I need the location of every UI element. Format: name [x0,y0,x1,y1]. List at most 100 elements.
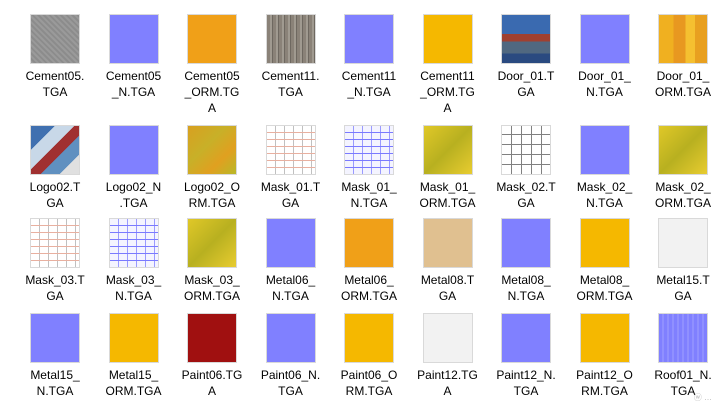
file-name: Paint06_N. TGA [260,368,321,398]
file-item[interactable]: Metal15.T GA [644,218,720,304]
file-item[interactable]: Metal06_ ORM.TGA [330,218,408,304]
file-item[interactable]: Cement11. TGA [252,14,330,100]
file-item[interactable]: Mask_02_ N.TGA [566,125,644,211]
file-name: Metal06_ ORM.TGA [341,273,397,303]
file-item[interactable]: Metal15_ N.TGA [16,313,94,399]
file-item[interactable]: Cement05 _N.TGA [95,14,173,100]
file-name: Paint12.TG A [417,368,478,398]
file-name: Paint12_N. TGA [496,368,556,398]
file-thumbnail [579,125,630,175]
file-thumbnail [501,218,551,268]
file-name: Metal15.T GA [656,273,710,303]
file-thumbnail [658,125,708,175]
file-thumbnail [344,14,394,64]
file-item[interactable]: Metal08_ N.TGA [487,218,565,304]
file-name: Mask_01_ ORM.TGA [419,180,476,210]
file-item[interactable]: Logo02.T GA [16,125,94,211]
file-name: Door_01_ N.TGA [578,69,631,99]
file-name: Metal08_ N.TGA [501,273,551,303]
file-thumbnail [187,218,237,268]
file-thumbnail [658,218,708,268]
file-name: Paint06.TG A [181,368,243,398]
file-thumbnail [187,313,237,363]
file-name: Metal15_ ORM.TGA [105,368,162,398]
file-item[interactable]: Paint12_O RM.TGA [566,313,644,399]
file-name: Mask_03.T GA [25,273,85,303]
file-name: Door_01.T GA [497,69,555,99]
file-name: Mask_01.T GA [260,180,321,210]
file-thumbnail [579,14,630,64]
file-item[interactable]: Metal08.T GA [409,218,487,304]
file-thumbnail [108,125,159,175]
file-thumbnail [344,218,394,268]
file-thumbnail [265,14,316,64]
file-item[interactable]: Metal06_ N.TGA [252,218,330,304]
file-name: Paint06_O RM.TGA [340,368,398,398]
file-item[interactable]: Mask_02.T GA [487,125,565,211]
file-item[interactable]: Paint12_N. TGA [487,313,565,399]
file-name: Metal15_ N.TGA [30,368,80,398]
file-thumbnail [344,125,394,175]
file-item[interactable]: Logo02_N .TGA [95,125,173,211]
file-name: Metal08.T GA [420,273,475,303]
file-name: Logo02.T GA [29,180,81,210]
file-name: Mask_02_ N.TGA [576,180,633,210]
file-item[interactable]: Door_01_ N.TGA [566,14,644,100]
file-thumbnail [658,14,708,64]
file-item[interactable]: Paint06.TG A [173,313,251,399]
file-thumbnail [108,313,159,363]
file-item[interactable]: Cement05 _ORM.TG A [173,14,251,116]
file-name: Mask_03_ ORM.TGA [184,273,240,303]
file-item[interactable]: Mask_02_ ORM.TGA [644,125,720,211]
file-item[interactable]: Mask_01_ ORM.TGA [409,125,487,211]
file-item[interactable]: Door_01_ ORM.TGA [644,14,720,100]
file-item[interactable]: Roof01_N. TGA [644,313,720,399]
file-thumbnail [579,313,630,363]
file-name: Metal08_ ORM.TGA [576,273,633,303]
file-thumbnail [265,218,316,268]
file-item[interactable]: Mask_03_ N.TGA [95,218,173,304]
file-name: Cement11. TGA [261,69,320,99]
file-name: Cement05 _ORM.TG A [184,69,240,115]
file-item[interactable]: Metal08_ ORM.TGA [566,218,644,304]
file-name: Mask_01_ N.TGA [341,180,397,210]
file-thumbnail [108,218,159,268]
file-item[interactable]: Door_01.T GA [487,14,565,100]
file-thumbnail [187,14,237,64]
file-item[interactable]: Mask_03.T GA [16,218,94,304]
file-thumbnail [30,313,80,363]
file-thumbnail [501,125,551,175]
file-thumbnail [501,14,551,64]
file-thumbnail [422,313,473,363]
file-item[interactable]: Metal15_ ORM.TGA [95,313,173,399]
file-name: Mask_02.T GA [496,180,556,210]
file-thumbnail [344,313,394,363]
file-thumbnail [30,14,80,64]
file-item[interactable]: Mask_03_ ORM.TGA [173,218,251,304]
file-thumbnail [422,218,473,268]
file-item[interactable]: Cement11 _ORM.TG A [409,14,487,116]
file-name: Logo02_N .TGA [105,180,162,210]
file-name: Paint12_O RM.TGA [576,368,633,398]
file-item[interactable]: Paint12.TG A [409,313,487,399]
file-item[interactable]: Mask_01.T GA [252,125,330,211]
file-thumbnail [422,125,473,175]
file-thumbnail [579,218,630,268]
file-thumbnail [108,14,159,64]
file-item[interactable]: Paint06_N. TGA [252,313,330,399]
file-thumbnail [422,14,473,64]
file-item[interactable]: Logo02_O RM.TGA [173,125,251,211]
file-name: Metal06_ N.TGA [265,273,316,303]
file-thumbnail [30,218,80,268]
file-thumbnail [265,313,316,363]
file-item[interactable]: Mask_01_ N.TGA [330,125,408,211]
file-item[interactable]: Cement11 _N.TGA [330,14,408,100]
file-thumbnail [658,313,708,363]
file-thumbnail [30,125,80,175]
file-item[interactable]: Cement05. TGA [16,14,94,100]
file-name: Mask_02_ ORM.TGA [655,180,711,210]
file-name: Logo02_O RM.TGA [183,180,241,210]
file-name: Cement11 _N.TGA [341,69,397,99]
file-name: Cement05 _N.TGA [105,69,162,99]
file-item[interactable]: Paint06_O RM.TGA [330,313,408,399]
